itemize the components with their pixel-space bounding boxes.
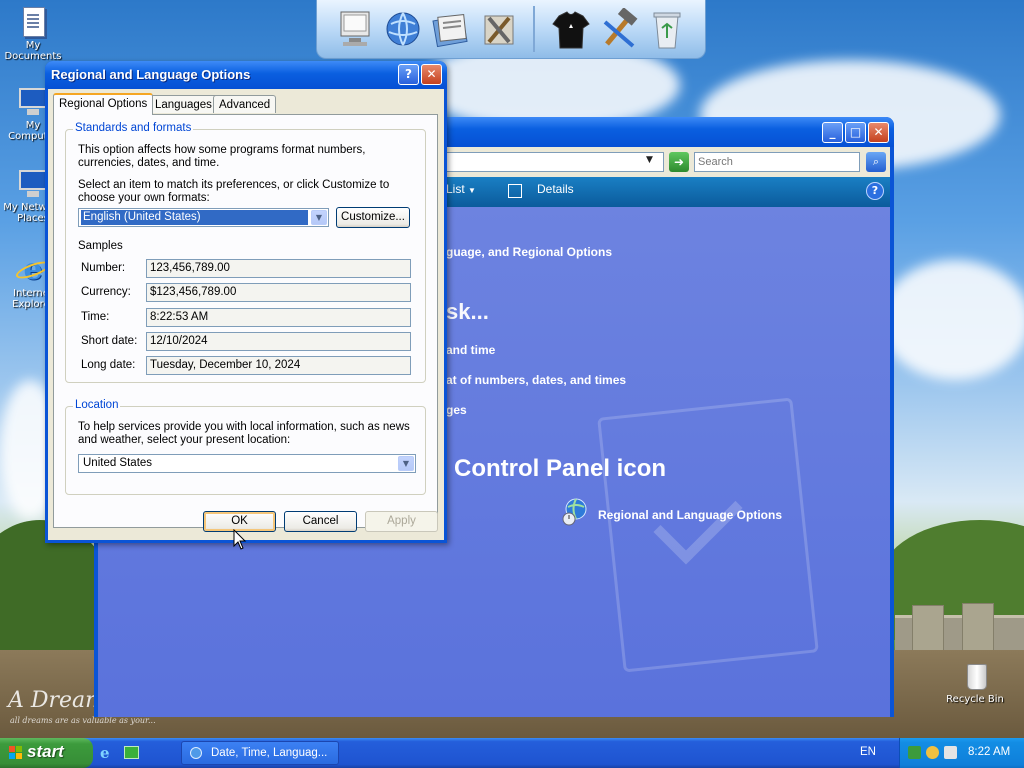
start-button[interactable]: start <box>0 738 93 768</box>
windows-flag-icon <box>9 746 23 760</box>
dock-globe-icon[interactable] <box>383 8 423 52</box>
regional-options-link[interactable]: Regional and Language Options <box>598 508 782 522</box>
folder-documents-icon <box>17 6 49 38</box>
breadcrumb: guage, and Regional Options <box>446 245 613 259</box>
taskbar: start e Date, Time, Languag... EN 8:22 A… <box>0 738 1024 768</box>
location-select-value: United States <box>83 457 153 469</box>
dialog-title-bar[interactable]: Regional and Language Options ? ✕ <box>45 61 447 89</box>
quick-launch-desktop-icon[interactable] <box>124 746 139 759</box>
standards-formats-group: Standards and formats This option affect… <box>65 122 426 383</box>
tab-regional-options[interactable]: Regional Options <box>53 93 154 115</box>
sample-label: Number: <box>81 262 126 274</box>
taskbar-window-label: Date, Time, Languag... <box>211 747 328 759</box>
quick-launch-dock <box>316 0 706 59</box>
tray-clock[interactable]: 8:22 AM <box>968 746 1010 758</box>
chevron-down-icon[interactable]: ▼ <box>398 456 414 471</box>
date-time-icon <box>190 747 202 759</box>
dialog-title: Regional and Language Options <box>51 67 251 82</box>
dialog-client-area: Regional Options Languages Advanced Stan… <box>48 89 444 540</box>
sample-label: Short date: <box>81 335 138 347</box>
sample-short-date-value: 12/10/2024 <box>146 332 411 351</box>
dock-tshirt-icon[interactable] <box>551 8 591 52</box>
desktop-icon-label: My Documents <box>4 40 62 62</box>
desktop-icon-label: Recycle Bin <box>946 694 1004 705</box>
samples-label: Samples <box>78 240 123 252</box>
location-select[interactable]: United States ▼ <box>78 454 416 473</box>
tab-advanced[interactable]: Advanced <box>213 95 277 113</box>
standards-prompt: Select an item to match its preferences,… <box>78 179 390 204</box>
go-arrow-icon[interactable]: ➜ <box>669 152 689 172</box>
start-label: start <box>27 742 64 761</box>
sample-long-date-value: Tuesday, December 10, 2024 <box>146 356 411 375</box>
regional-language-options-dialog: Regional and Language Options ? ✕ Region… <box>45 61 447 543</box>
sample-currency-value: $123,456,789.00 <box>146 283 411 302</box>
regional-options-globe-icon[interactable] <box>560 497 590 527</box>
help-icon[interactable]: ? <box>866 182 884 200</box>
task-link[interactable]: at of numbers, dates, and times <box>446 373 626 387</box>
sample-label: Long date: <box>81 359 136 371</box>
tray-security-icon[interactable] <box>926 746 939 759</box>
search-input[interactable]: Search <box>694 152 860 172</box>
details-view-button[interactable]: Details <box>537 182 574 196</box>
dock-computer-icon[interactable] <box>335 8 375 52</box>
language-indicator[interactable]: EN <box>860 746 876 758</box>
desktop-icon-recycle-bin[interactable]: Recycle Bin <box>944 660 1006 705</box>
task-heading: sk... <box>446 299 489 324</box>
control-panel-icon-heading: Control Panel icon <box>454 455 667 482</box>
group-caption: Standards and formats <box>73 122 194 134</box>
system-tray: 8:22 AM <box>899 738 1024 768</box>
maximize-button[interactable]: □ <box>845 122 866 143</box>
help-button[interactable]: ? <box>398 64 419 85</box>
chevron-down-icon[interactable]: ▼ <box>311 210 327 225</box>
tab-panel: Standards and formats This option affect… <box>53 114 438 528</box>
apply-button[interactable]: Apply <box>365 511 438 532</box>
sample-label: Currency: <box>81 286 131 298</box>
details-view-icon <box>508 184 522 198</box>
desktop-icon-my-documents[interactable]: My Documents <box>2 6 64 62</box>
recycle-bin-icon <box>959 660 991 692</box>
task-link[interactable]: and time <box>446 343 495 357</box>
quick-launch-ie-icon[interactable]: e <box>100 745 116 761</box>
sample-time-value: 8:22:53 AM <box>146 308 411 327</box>
cancel-button[interactable]: Cancel <box>284 511 357 532</box>
list-view-button[interactable]: List ▼ <box>446 182 476 196</box>
search-icon[interactable]: ⌕ <box>866 152 886 172</box>
dock-documents-icon[interactable] <box>431 8 471 52</box>
format-select[interactable]: English (United States) ▼ <box>78 208 329 227</box>
tab-languages[interactable]: Languages <box>149 95 218 113</box>
sample-number-value: 123,456,789.00 <box>146 259 411 278</box>
chevron-down-icon[interactable]: ▼ <box>646 155 653 165</box>
dock-tools-icon[interactable] <box>479 8 519 52</box>
tray-volume-icon[interactable] <box>944 746 957 759</box>
wallpaper-caption: A Dream <box>8 688 107 713</box>
wallpaper-subcaption: all dreams are as valuable as your... <box>10 716 156 725</box>
group-caption: Location <box>73 399 121 411</box>
tray-network-icon[interactable] <box>908 746 921 759</box>
taskbar-window-button[interactable]: Date, Time, Languag... <box>181 741 339 765</box>
dock-hammer-icon[interactable] <box>599 7 639 52</box>
minimize-button[interactable]: _ <box>822 122 843 143</box>
standards-description: This option affects how some programs fo… <box>78 144 366 169</box>
location-description: To help services provide you with local … <box>78 421 410 446</box>
customize-button[interactable]: Customize... <box>336 207 410 228</box>
sample-label: Time: <box>81 311 110 323</box>
chevron-down-icon: ▼ <box>468 186 476 195</box>
list-view-label: List <box>446 182 465 196</box>
dock-recycle-bin-icon[interactable] <box>647 8 687 52</box>
format-select-value: English (United States) <box>81 210 308 225</box>
location-group: Location To help services provide you wi… <box>65 399 426 495</box>
close-button[interactable]: ✕ <box>421 64 442 85</box>
task-link[interactable]: ges <box>446 403 467 417</box>
dock-separator <box>533 6 535 52</box>
wallpaper-cloud <box>880 260 1024 380</box>
close-button[interactable]: ✕ <box>868 122 889 143</box>
